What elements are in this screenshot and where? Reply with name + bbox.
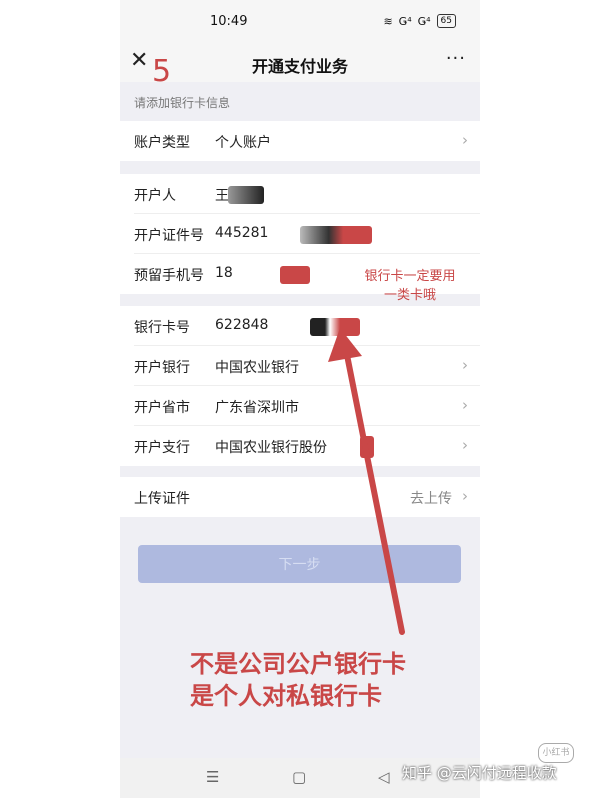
annotation-note-big: 不是公司公户银行卡 是个人对私银行卡	[190, 648, 470, 712]
stamp-logo: 小红书	[538, 743, 574, 763]
note-small-line-2: 一类卡哦	[383, 288, 436, 303]
arrow-shaft	[343, 347, 405, 635]
note-big-line-1: 不是公司公户银行卡	[190, 650, 406, 678]
watermark: 知乎 @云闪付远程收款	[402, 764, 557, 782]
note-small-line-1: 银行卡一定要用	[364, 269, 456, 284]
arrow-head	[328, 328, 362, 362]
note-big-line-2: 是个人对私银行卡	[190, 682, 382, 710]
annotation-note-small: 银行卡一定要用 一类卡哦	[345, 267, 475, 305]
